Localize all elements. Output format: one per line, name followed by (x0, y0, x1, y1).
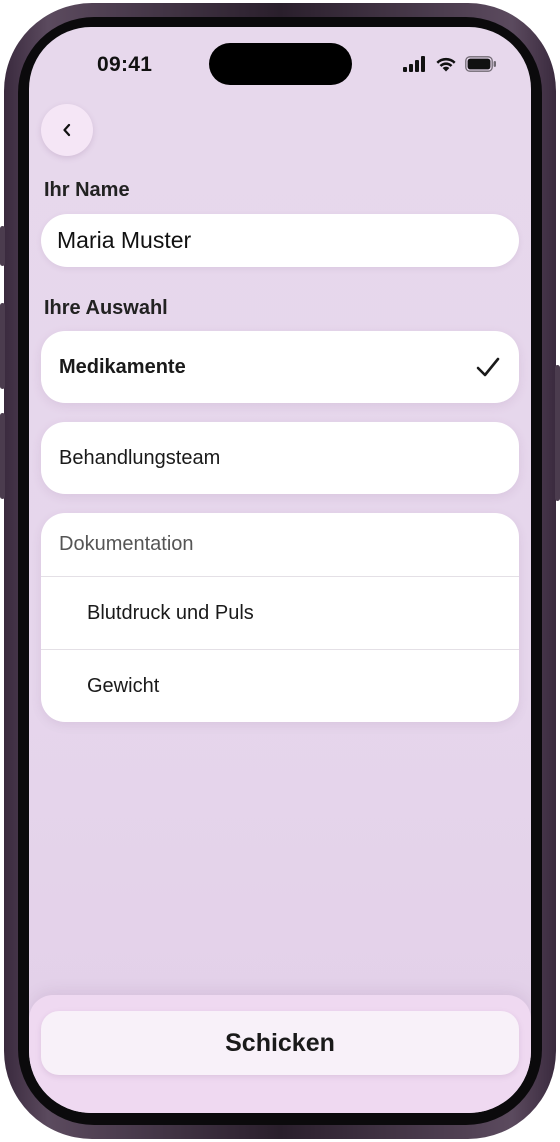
back-button[interactable] (41, 104, 93, 156)
power-button (555, 365, 560, 501)
signal-icon (403, 56, 425, 72)
option-label: Medikamente (59, 355, 186, 378)
selection-label: Ihre Auswahl (44, 297, 168, 319)
wifi-icon (436, 57, 456, 72)
checkmark-icon (475, 356, 501, 378)
volume-down-button (0, 413, 5, 499)
dynamic-island (209, 43, 352, 85)
action-button (0, 226, 5, 266)
volume-up-button (0, 303, 5, 389)
status-time: 09:41 (97, 53, 153, 76)
documentation-group: Dokumentation Blutdruck und Puls Gewicht (41, 513, 519, 722)
option-label: Behandlungsteam (59, 446, 221, 469)
name-input[interactable]: Maria Muster (41, 214, 519, 267)
list-item-gewicht[interactable]: Gewicht (41, 649, 519, 722)
list-item-blutdruck[interactable]: Blutdruck und Puls (41, 577, 519, 649)
bottom-action-bar: Schicken (29, 995, 531, 1113)
option-medikamente[interactable]: Medikamente (41, 331, 519, 403)
send-button[interactable]: Schicken (41, 1011, 519, 1075)
chevron-left-icon (63, 123, 71, 137)
screen: 09:41 Ihr Name Maria Muster Ihre Auswahl… (29, 27, 531, 1113)
status-icons (403, 55, 497, 73)
documentation-header: Dokumentation (41, 513, 519, 577)
name-label: Ihr Name (44, 179, 130, 201)
option-row[interactable]: Medikamente (41, 331, 519, 403)
battery-icon (465, 56, 496, 72)
option-behandlungsteam[interactable]: Behandlungsteam (41, 422, 519, 494)
option-row[interactable]: Behandlungsteam (41, 422, 519, 494)
